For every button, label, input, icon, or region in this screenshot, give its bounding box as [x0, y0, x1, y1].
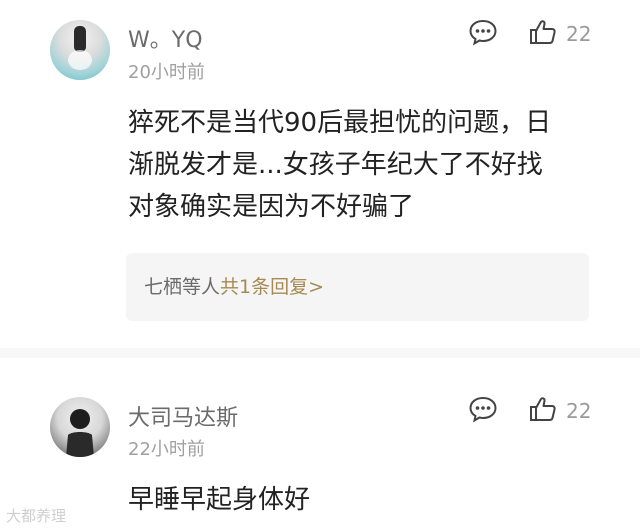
comment-item: 大司马达斯 22小时前 22 早睡早起身体好 — [0, 0, 640, 530]
comment-timestamp: 22小时前 — [128, 439, 205, 460]
comment-body: 早睡早起身体好 — [128, 479, 608, 521]
like-button[interactable] — [528, 395, 558, 423]
comment-username[interactable]: 大司马达斯 — [128, 400, 238, 432]
watermark: 大都养理 — [6, 507, 67, 525]
comment-text-line: 早睡早起身体好 — [128, 485, 311, 515]
like-count: 22 — [566, 399, 592, 423]
comment-bubble-icon — [469, 396, 497, 423]
avatar-figure-icon — [66, 409, 94, 457]
thumbs-up-icon — [530, 397, 556, 421]
user-avatar[interactable] — [50, 397, 110, 457]
reply-button[interactable] — [468, 395, 498, 423]
